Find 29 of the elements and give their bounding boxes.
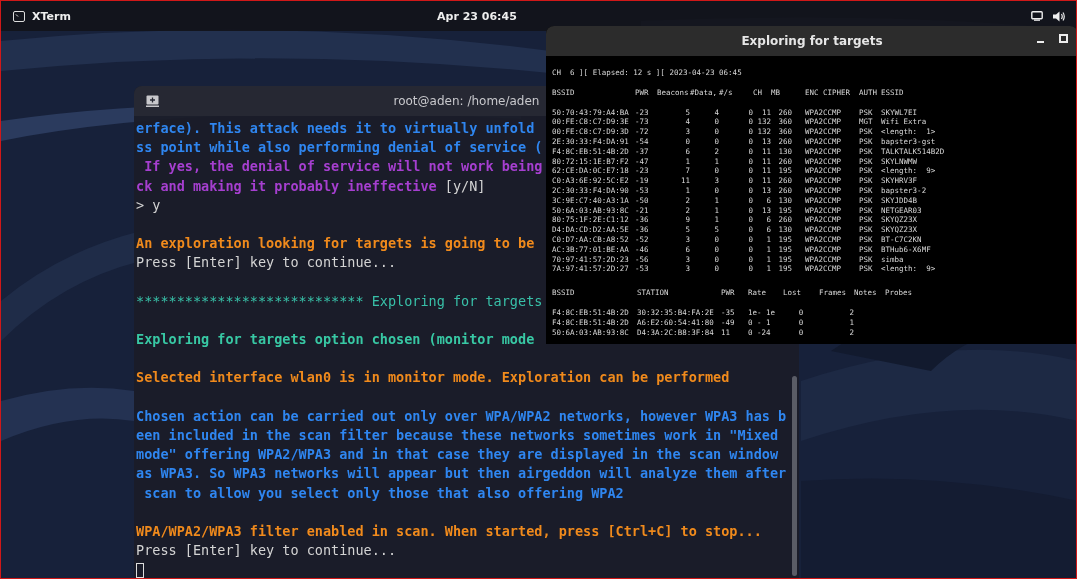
terminal-line: WPA/WPA2/WPA3 filter enabled in scan. When started, press [Ctrl+C] to stop... (136, 522, 762, 539)
terminal-line: as WPA3. So WPA3 networks will appear but then airgeddon will analyze them after (136, 465, 787, 482)
window-title: root@aden: /home/aden (393, 94, 540, 108)
terminal-line: Press [Enter] key to continue... (136, 542, 397, 559)
terminal-text: [y/N] (444, 177, 486, 194)
screen-icon[interactable] (1031, 11, 1043, 21)
terminal-line: An exploration looking for targets is going to be (136, 235, 535, 252)
terminal-line: mode" offering WPA2/WPA3 and in that case they are displayed in the scan window (136, 446, 779, 463)
terminal-line: erface). This attack needs it to virtually unfold (136, 120, 535, 136)
terminal-text: ck and making it probably ineffective (136, 177, 438, 194)
terminal-line: **************************** Exploring for targets (136, 292, 543, 309)
terminal-icon[interactable] (13, 10, 25, 22)
maximize-button[interactable] (1059, 34, 1068, 43)
window-title: Exploring for targets (741, 34, 883, 48)
app-name[interactable]: XTerm (32, 9, 71, 23)
terminal-line: Selected interface wlan0 is in monitor mode. Exploration can be performed (136, 369, 730, 386)
clock[interactable]: Apr 23 06:45 (437, 9, 517, 23)
terminal-line: > y (136, 196, 161, 213)
terminal-line: ss point while also performing denial of service ( (136, 139, 543, 156)
terminal-line: If yes, the denial of service will not work being (143, 158, 543, 175)
terminal-line: een included in the scan filter because these networks sometimes work in "Mixed (136, 427, 779, 443)
terminal-line: scan to allow you select only those that also offering WPA2 (143, 484, 624, 501)
terminal-line: Press [Enter] key to continue... (136, 254, 397, 271)
speaker-icon[interactable] (1053, 10, 1066, 22)
new-tab-icon[interactable] (146, 95, 159, 107)
scrollbar-thumb[interactable] (792, 376, 797, 576)
terminal-line: Exploring for targets option chosen (monitor mode (136, 331, 535, 348)
text-cursor (136, 563, 144, 578)
terminal-line: Chosen action can be carried out only over WPA/WPA2 networks, however WPA3 has b (136, 407, 787, 424)
